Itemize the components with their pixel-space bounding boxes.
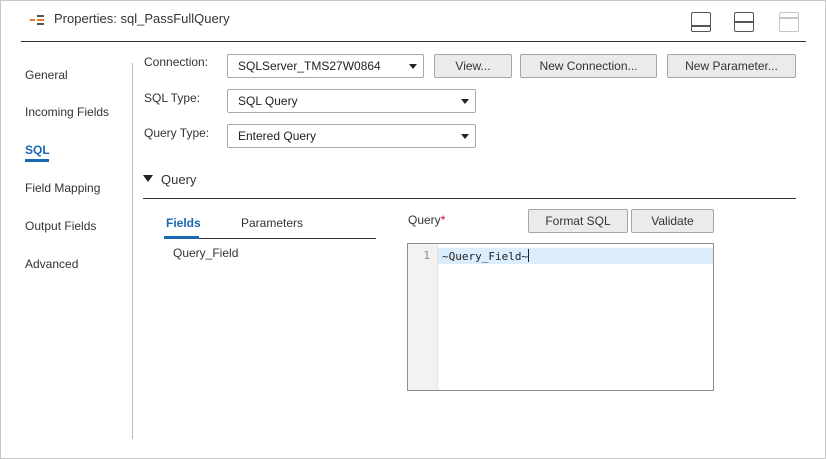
query-editor[interactable]: 1 ~Query_Field~ (407, 243, 714, 391)
dropdown-caret-icon (409, 64, 417, 69)
connection-label: Connection: (144, 55, 209, 69)
nav-item-field-mapping[interactable]: Field Mapping (25, 181, 100, 195)
dock-bottom-icon[interactable] (691, 12, 711, 32)
tab-fields[interactable]: Fields (166, 216, 201, 230)
connection-value: SQLServer_TMS27W0864 (238, 59, 381, 73)
split-horizontal-icon[interactable] (734, 12, 754, 32)
code-line-text: ~Query_Field~ (442, 250, 529, 263)
line-number-gutter: 1 (408, 244, 438, 390)
line-number: 1 (423, 249, 430, 262)
text-cursor (528, 249, 530, 262)
nav-item-sql[interactable]: SQL (25, 143, 50, 157)
format-sql-button[interactable]: Format SQL (528, 209, 628, 233)
nav-item-general[interactable]: General (25, 68, 68, 82)
nav-active-indicator (25, 159, 49, 162)
tab-parameters[interactable]: Parameters (241, 216, 303, 230)
nav-divider (132, 63, 133, 439)
properties-panel: Properties: sql_PassFullQuery General In… (0, 0, 826, 459)
header-divider (21, 41, 806, 42)
section-divider (143, 198, 796, 199)
dropdown-caret-icon (461, 134, 469, 139)
nav-item-incoming-fields[interactable]: Incoming Fields (25, 105, 109, 119)
transformation-icon (30, 15, 44, 25)
connection-select[interactable]: SQLServer_TMS27W0864 (227, 54, 424, 78)
code-line[interactable]: ~Query_Field~ (442, 249, 530, 263)
sql-type-select[interactable]: SQL Query (227, 89, 476, 113)
panel-title: Properties: sql_PassFullQuery (54, 11, 230, 26)
new-connection-button[interactable]: New Connection... (520, 54, 657, 78)
maximize-icon[interactable] (779, 12, 799, 32)
sql-type-value: SQL Query (238, 94, 298, 108)
nav-item-output-fields[interactable]: Output Fields (25, 219, 96, 233)
field-list-item[interactable]: Query_Field (173, 246, 238, 260)
query-type-select[interactable]: Entered Query (227, 124, 476, 148)
query-label-text: Query (408, 213, 441, 227)
nav-item-advanced[interactable]: Advanced (25, 257, 78, 271)
sql-type-label: SQL Type: (144, 91, 201, 105)
collapse-caret-icon[interactable] (143, 175, 153, 182)
view-button[interactable]: View... (434, 54, 512, 78)
new-parameter-button[interactable]: New Parameter... (667, 54, 796, 78)
required-marker: * (440, 213, 446, 227)
validate-button[interactable]: Validate (631, 209, 714, 233)
dropdown-caret-icon (461, 99, 469, 104)
query-type-label: Query Type: (144, 126, 210, 140)
query-section-title[interactable]: Query (161, 172, 196, 187)
tab-active-indicator (164, 236, 199, 239)
query-editor-label: Query* (408, 213, 445, 227)
query-type-value: Entered Query (238, 129, 317, 143)
